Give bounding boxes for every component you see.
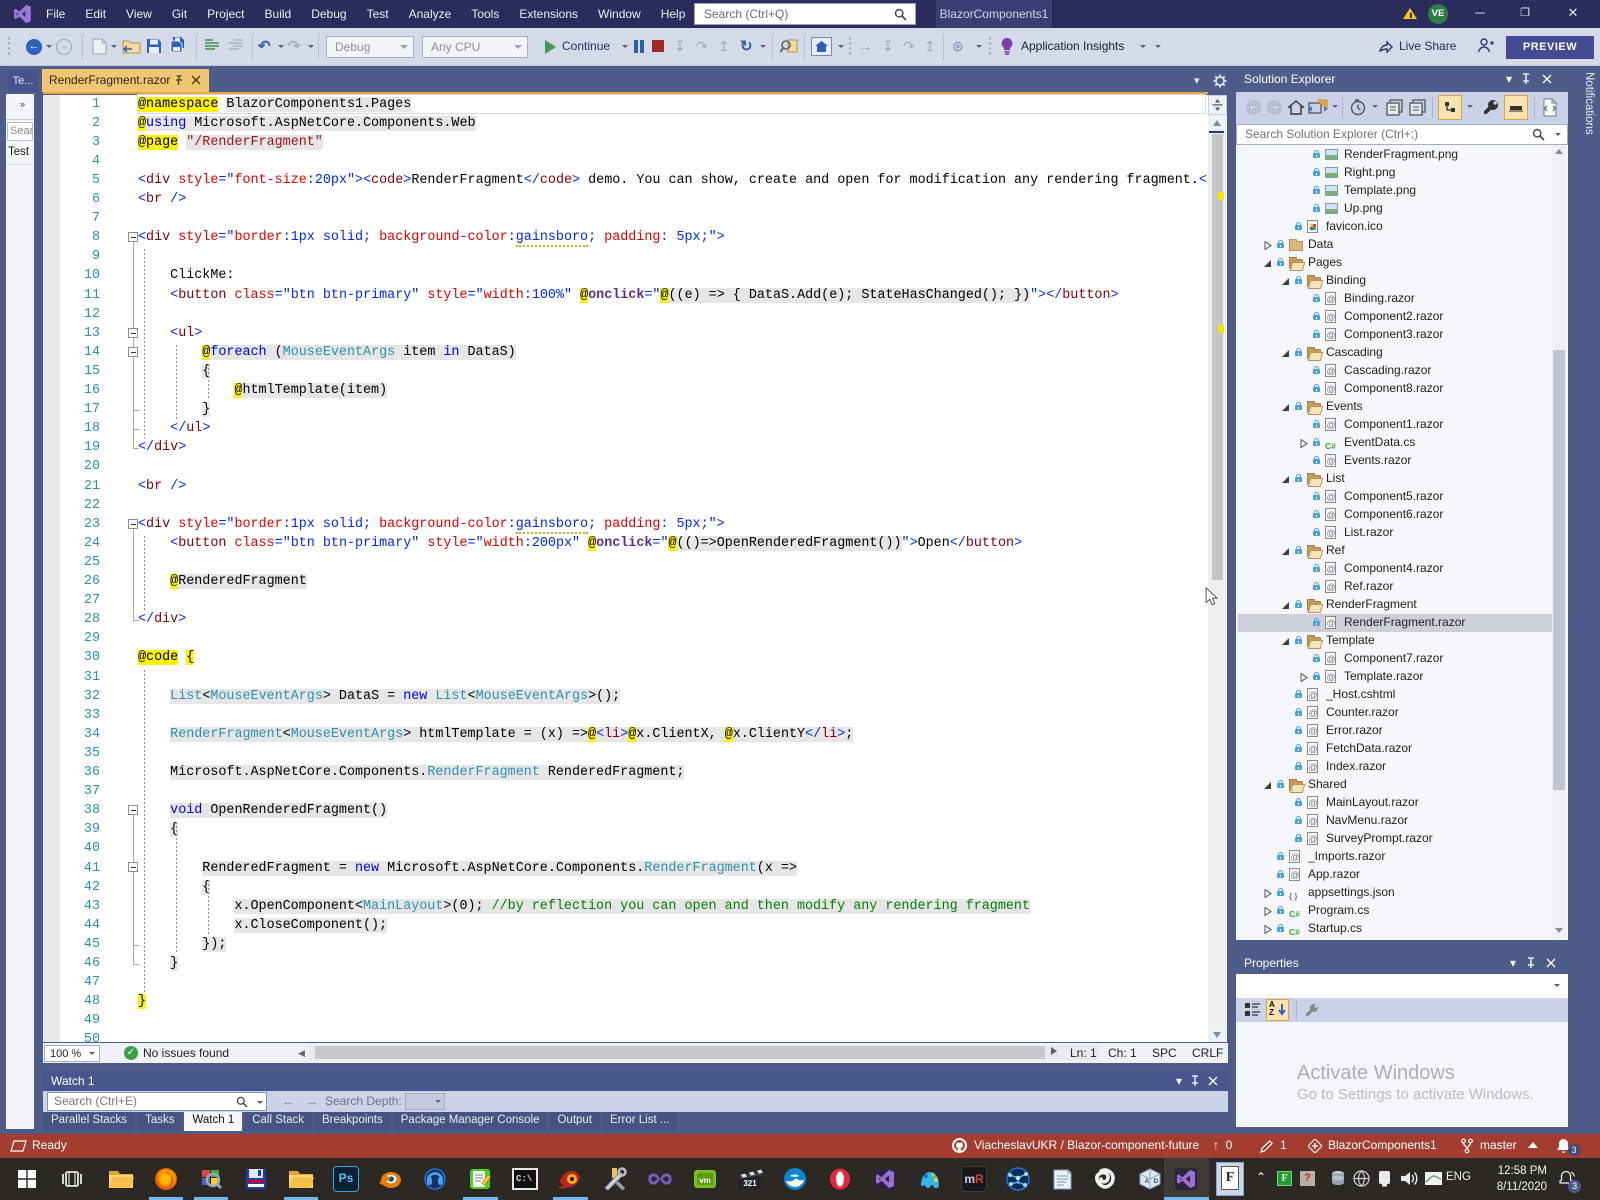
svg-text:vm: vm <box>699 1176 711 1185</box>
svg-text:D: D <box>1154 1178 1159 1185</box>
svg-text:321: 321 <box>743 1179 757 1188</box>
svg-text:A: A <box>1145 1178 1150 1185</box>
